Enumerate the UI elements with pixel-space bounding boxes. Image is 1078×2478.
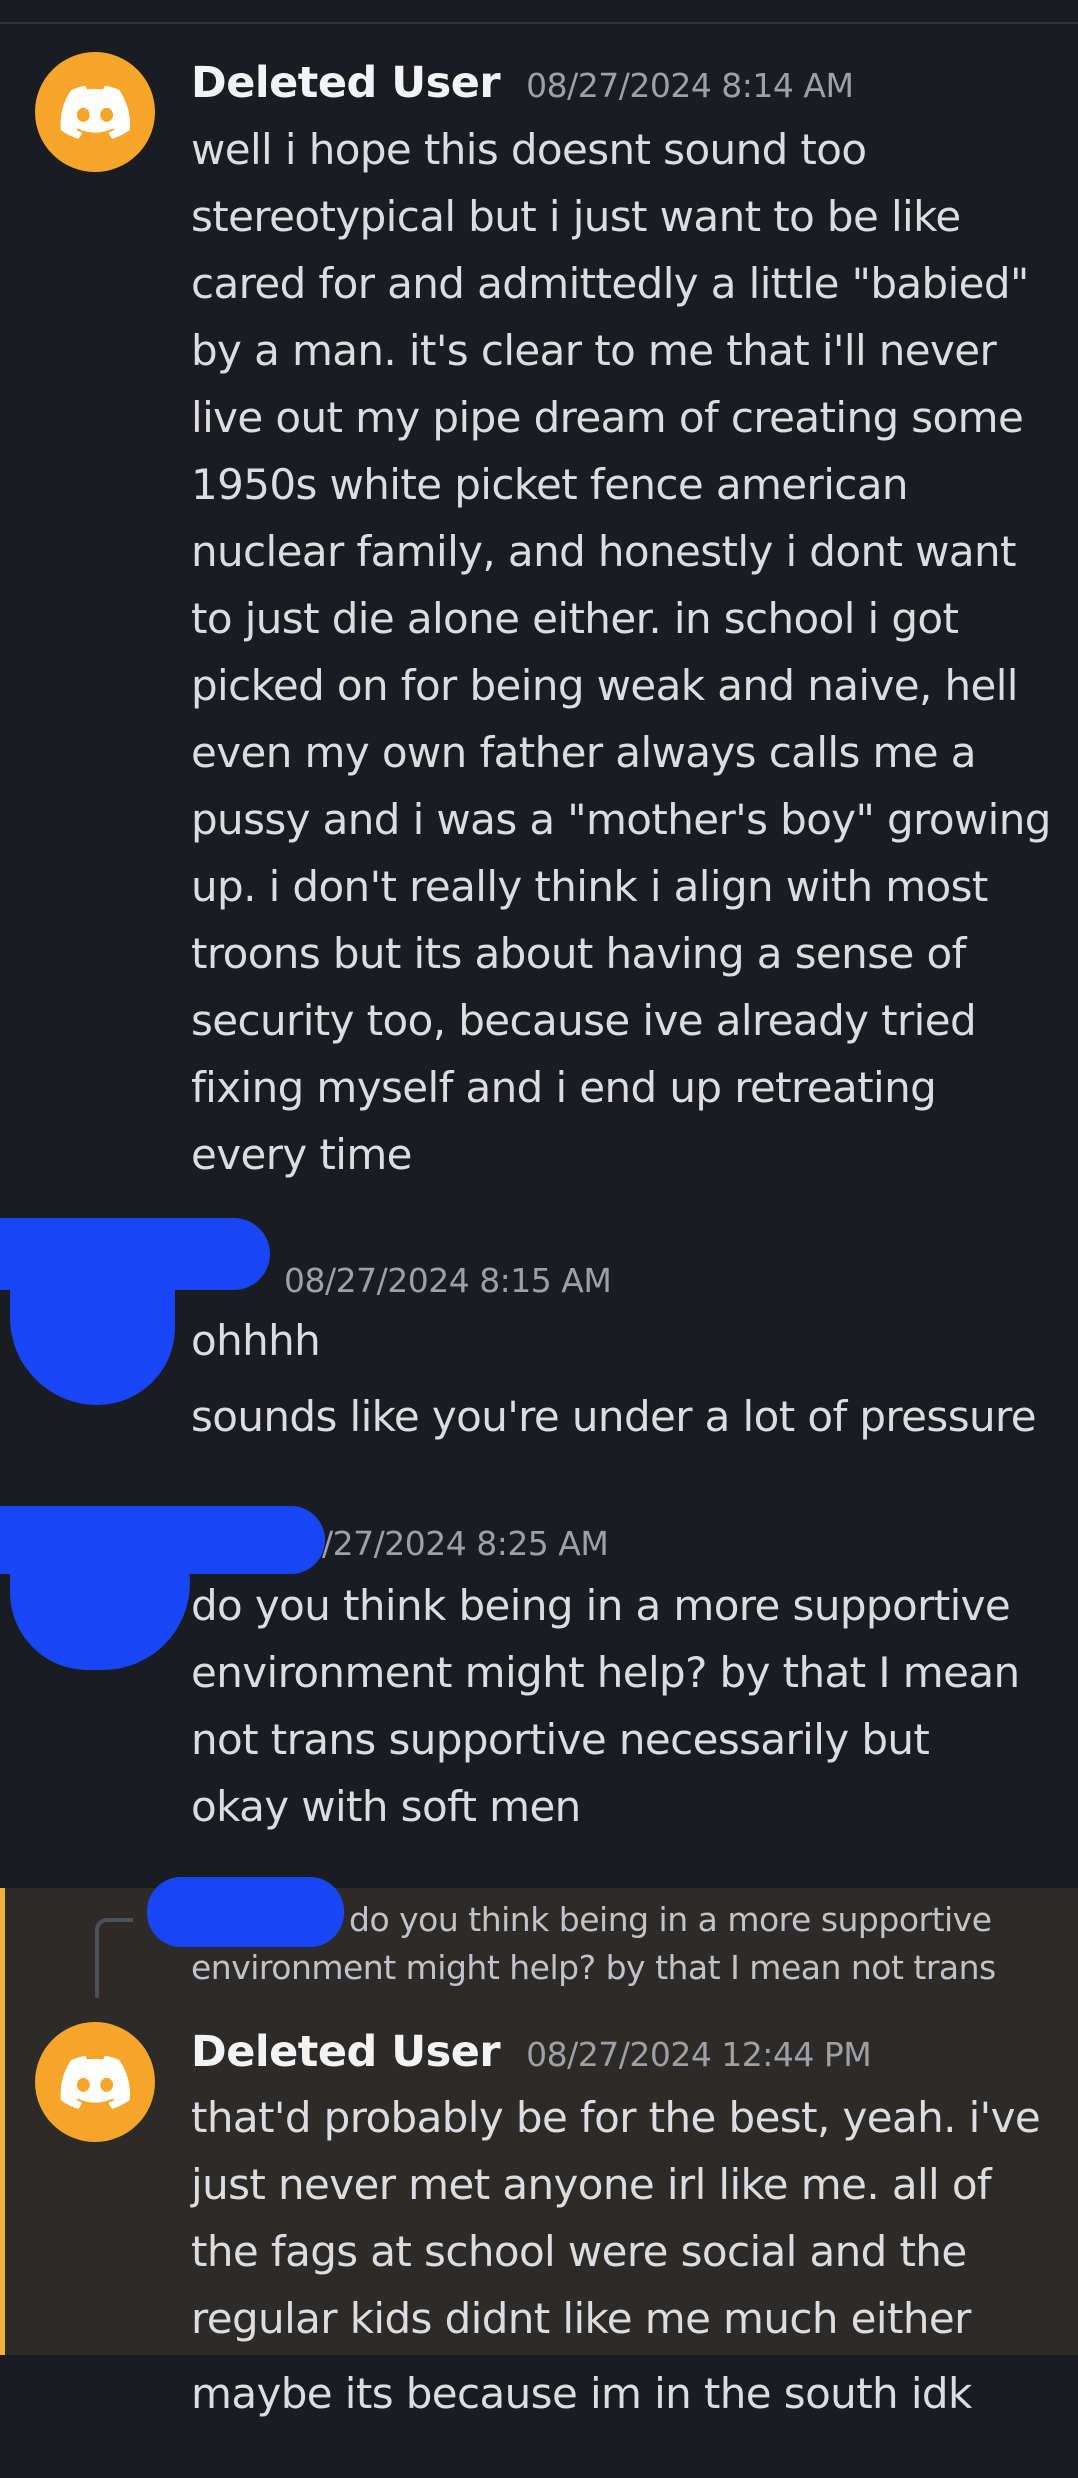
reply-preview-line: do you think being in a more supportive: [349, 1900, 992, 1939]
message-content: well i hope this doesnt sound too stereo…: [191, 116, 1061, 1188]
message-content: do you think being in a more supportive …: [191, 1572, 1061, 1840]
message-line: every time: [191, 1130, 413, 1179]
message-content: that'd probably be for the best, yeah. i…: [191, 2084, 1061, 2352]
message-header: Deleted User 08/27/2024 12:44 PM: [191, 2027, 872, 2077]
username[interactable]: Deleted User: [191, 58, 501, 108]
message-line: the fags at school were social and the: [191, 2227, 967, 2276]
avatar[interactable]: [35, 52, 155, 172]
message-line: regular kids didnt like me much either: [191, 2294, 971, 2343]
message-line: security too, because ive already tried: [191, 996, 977, 1045]
message-line: do you think being in a more supportive: [191, 1581, 1011, 1630]
message-line: by a man. it's clear to me that i'll nev…: [191, 326, 997, 375]
message-line: picked on for being weak and naive, hell: [191, 661, 1018, 710]
message-line: even my own father always calls me a: [191, 728, 977, 777]
message-content: ohhhh sounds like you're under a lot of …: [191, 1307, 1061, 1450]
message-line: cared for and admittedly a little "babie…: [191, 259, 1029, 308]
message-line: environment might help? by that I mean: [191, 1648, 1020, 1697]
timestamp: 08/27/2024 12:44 PM: [526, 2035, 872, 2074]
redaction-mark: [10, 1515, 190, 1670]
message-line: okay with soft men: [191, 1782, 581, 1831]
top-divider: [0, 22, 1078, 24]
message-line: up. i don't really think i align with mo…: [191, 862, 988, 911]
message-line: ohhhh: [191, 1316, 321, 1365]
message-line: troons but its about having a sense of: [191, 929, 966, 978]
message-content: maybe its because im in the south idk: [191, 2360, 1061, 2427]
message-line: maybe its because im in the south idk: [191, 2369, 972, 2418]
message-line: nuclear family, and honestly i dont want: [191, 527, 1016, 576]
message-line: pussy and i was a "mother's boy" growing: [191, 795, 1051, 844]
message-line: fixing myself and i end up retreating: [191, 1063, 937, 1112]
message-header: Deleted User 08/27/2024 8:14 AM: [191, 58, 854, 108]
message-line: not trans supportive necessarily but: [191, 1715, 930, 1764]
reply-connector: [95, 1918, 133, 1998]
discord-logo-icon: [60, 2055, 130, 2109]
reply-preview[interactable]: do you think being in a more supportive …: [191, 1896, 1041, 1992]
message-line: stereotypical but i just want to be like: [191, 192, 961, 241]
message-line: to just die alone either. in school i go…: [191, 594, 959, 643]
message-header: 08/27/2024 8:15 AM: [284, 1261, 612, 1300]
message-line: 1950s white picket fence american: [191, 460, 909, 509]
message-line: well i hope this doesnt sound too: [191, 125, 867, 174]
timestamp: /27/2024 8:25 AM: [322, 1524, 609, 1563]
reply-preview-line: environment might help? by that I mean n…: [191, 1948, 996, 1987]
message-line: sounds like you're under a lot of pressu…: [191, 1392, 1037, 1441]
message-header: /27/2024 8:25 AM: [322, 1524, 609, 1563]
mention-accent-bar: [0, 1888, 5, 2355]
message-line: that'd probably be for the best, yeah. i…: [191, 2093, 1041, 2142]
username[interactable]: Deleted User: [191, 2027, 501, 2077]
timestamp: 08/27/2024 8:15 AM: [284, 1261, 612, 1300]
message-line: just never met anyone irl like me. all o…: [191, 2160, 992, 2209]
message-line: live out my pipe dream of creating some: [191, 393, 1024, 442]
redaction-mark: [10, 1230, 175, 1405]
avatar[interactable]: [35, 2022, 155, 2142]
timestamp: 08/27/2024 8:14 AM: [526, 66, 854, 105]
discord-logo-icon: [60, 85, 130, 139]
